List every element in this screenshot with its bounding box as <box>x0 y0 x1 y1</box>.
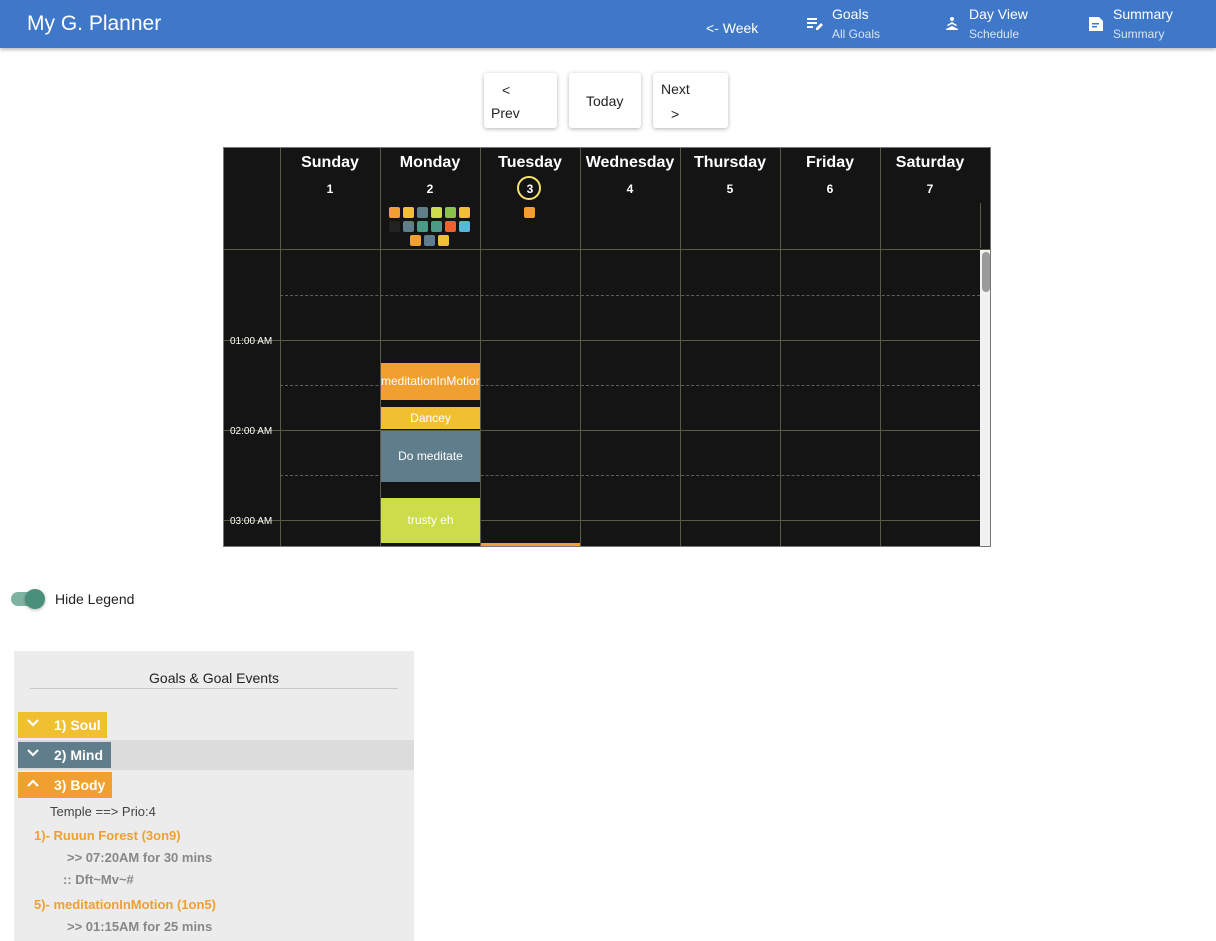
day-num-friday[interactable]: 6 <box>780 182 880 196</box>
app-title[interactable]: My G. Planner <box>27 12 161 36</box>
note-icon <box>1089 17 1103 31</box>
week-view-link[interactable]: <- Week <box>706 20 758 36</box>
event-dot[interactable] <box>389 207 400 218</box>
event-dot[interactable] <box>417 207 428 218</box>
day-name-saturday: Saturday <box>895 154 965 171</box>
nav-day-view-label: Day View <box>969 6 1028 22</box>
nav-goals-sublabel: All Goals <box>832 27 881 41</box>
goal-title[interactable]: 5)- meditationInMotion (1on5) <box>34 897 216 912</box>
day-num-wednesday[interactable]: 4 <box>580 182 680 196</box>
event-dot[interactable] <box>524 207 535 218</box>
event-dot[interactable] <box>438 235 449 246</box>
day-num-saturday[interactable]: 7 <box>880 182 980 196</box>
chevron-up-icon <box>27 779 39 787</box>
event-trusty-eh[interactable]: trusty eh <box>381 498 480 543</box>
goal-time: >> 07:20AM for 30 mins <box>67 850 213 865</box>
legend-divider <box>30 688 398 689</box>
day-name-monday: Monday <box>399 154 461 171</box>
day-num-thursday[interactable]: 5 <box>680 182 780 196</box>
event-dot[interactable] <box>424 235 435 246</box>
next-arrow: > <box>671 106 680 122</box>
event-do-meditate[interactable]: Do meditate <box>381 431 480 482</box>
body-subtitle: Temple ==> Prio:4 <box>50 804 156 819</box>
meditation-icon <box>946 17 958 30</box>
next-button[interactable]: Next > <box>653 73 728 128</box>
edit-list-icon <box>807 18 823 30</box>
hide-legend-toggle-knob[interactable] <box>25 589 45 609</box>
group-soul-label: 1) Soul <box>54 717 101 733</box>
event-dot[interactable] <box>459 207 470 218</box>
chevron-down-icon <box>27 749 39 757</box>
event-dot[interactable] <box>431 207 442 218</box>
event-tuesday-partial[interactable] <box>481 543 580 546</box>
group-body[interactable]: 3) Body <box>18 772 112 798</box>
group-mind-label: 2) Mind <box>54 747 103 763</box>
day-name-wednesday: Wednesday <box>585 154 675 171</box>
hide-legend-label: Hide Legend <box>55 591 135 607</box>
event-dot[interactable] <box>445 207 456 218</box>
day-name-tuesday: Tuesday <box>498 154 562 171</box>
chevron-down-icon <box>27 719 39 727</box>
day-num-monday[interactable]: 2 <box>380 182 480 196</box>
goal-code: :: Dft~Mv~# <box>63 872 134 887</box>
day-num-tuesday[interactable]: 3 <box>480 182 580 196</box>
event-dot[interactable] <box>431 221 442 232</box>
prev-arrow: < <box>502 82 511 98</box>
group-body-label: 3) Body <box>54 777 106 793</box>
event-dot[interactable] <box>417 221 428 232</box>
event-dancey[interactable]: Dancey <box>381 407 480 429</box>
prev-button[interactable]: < Prev <box>484 73 557 128</box>
event-dot[interactable] <box>410 235 421 246</box>
goal-time: >> 01:15AM for 25 mins <box>67 919 213 934</box>
legend-panel: Goals & Goal Events 1) Soul 2) Mind 3) B… <box>14 651 414 941</box>
event-dot[interactable] <box>445 221 456 232</box>
calendar-scrollbar-thumb[interactable] <box>982 252 990 292</box>
day-num-sunday[interactable]: 1 <box>280 182 380 196</box>
today-label: Today <box>586 93 624 109</box>
week-calendar: Sunday 1 Monday 2 Tuesday 3 Wednesday 4 … <box>223 147 991 547</box>
event-dot[interactable] <box>403 221 414 232</box>
group-soul[interactable]: 1) Soul <box>18 712 107 738</box>
event-dot[interactable] <box>389 221 400 232</box>
next-label: Next <box>661 81 690 97</box>
event-dot[interactable] <box>459 221 470 232</box>
event-dot[interactable] <box>403 207 414 218</box>
calendar-scrollbar[interactable] <box>980 250 990 546</box>
time-label: 02:00 AM <box>230 426 273 437</box>
legend-title: Goals & Goal Events <box>149 670 279 686</box>
goal-title[interactable]: 1)- Ruuun Forest (3on9) <box>34 828 181 843</box>
group-mind[interactable]: 2) Mind <box>18 742 111 768</box>
event-meditation-in-motion[interactable]: meditationInMotion <box>381 363 480 400</box>
prev-label: Prev <box>491 105 520 121</box>
nav-summary-label: Summary <box>1113 6 1173 22</box>
day-name-sunday: Sunday <box>301 154 359 171</box>
nav-goals-label: Goals <box>832 6 869 22</box>
top-app-bar: My G. Planner <- Week Goals All Goals Da… <box>0 0 1216 48</box>
time-label: 01:00 AM <box>230 336 273 347</box>
time-label: 03:00 AM <box>230 516 273 527</box>
day-name-friday: Friday <box>805 154 854 171</box>
nav-day-view-sublabel: Schedule <box>969 27 1020 41</box>
nav-summary-sublabel: Summary <box>1113 27 1165 41</box>
today-button[interactable]: Today <box>569 73 641 128</box>
day-name-thursday: Thursday <box>693 154 766 171</box>
